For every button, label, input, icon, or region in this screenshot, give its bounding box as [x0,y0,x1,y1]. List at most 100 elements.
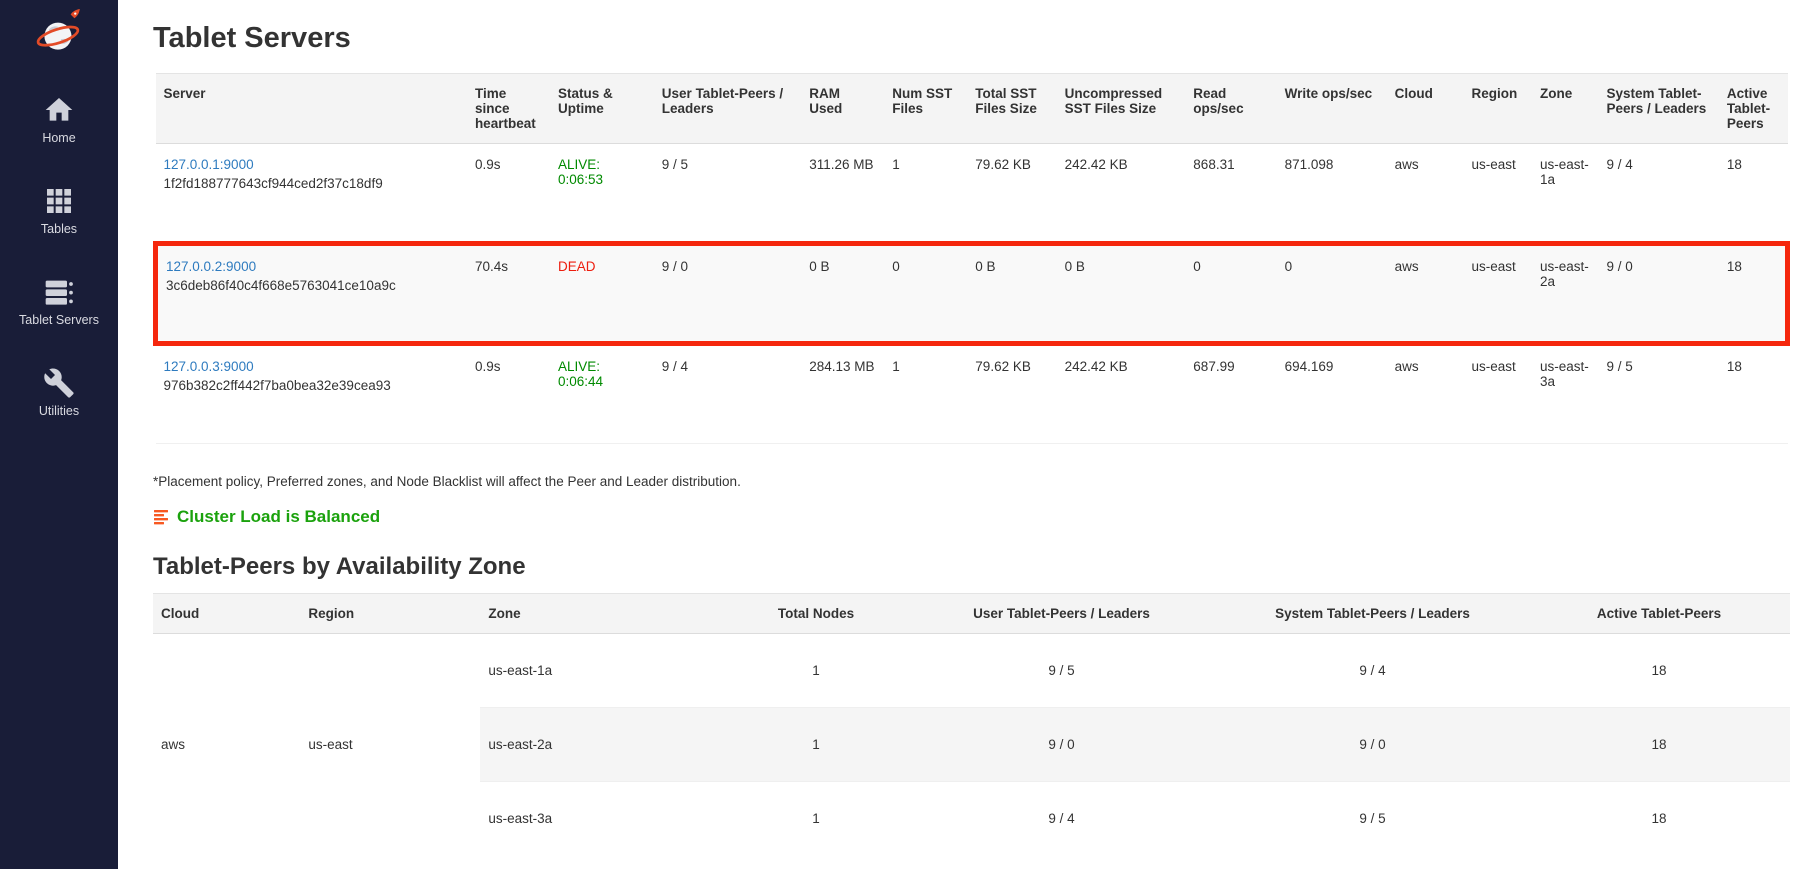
system-peers-cell: 9 / 0 [1598,244,1718,344]
col-region: Region [1463,74,1532,144]
sidebar-nav: Home Tables Tablet Servers [0,94,118,418]
read-ops-cell: 0 [1185,244,1276,344]
server-address-link[interactable]: 127.0.0.2:9000 [166,259,256,274]
status-badge: ALIVE: [558,157,646,172]
uncompressed-sst-cell: 0 B [1057,244,1186,344]
az-total-nodes-cell: 1 [726,634,906,708]
server-uuid: 3c6deb86f40c4f668e5763041ce10a9c [166,278,459,293]
sidebar-item-tablet-servers[interactable]: Tablet Servers [0,276,118,327]
az-user-peers-cell: 9 / 4 [906,782,1217,856]
zone-cell: us-east-2a [1532,244,1598,344]
az-system-peers-cell: 9 / 5 [1217,782,1528,856]
status-badge: DEAD [558,259,646,274]
user-peers-cell: 9 / 0 [654,244,801,344]
servers-header-row: Server Time since heartbeat Status & Upt… [156,74,1788,144]
tablet-peers-by-az-table: Cloud Region Zone Total Nodes User Table… [153,593,1790,856]
col-status: Status & Uptime [550,74,654,144]
col-total-nodes: Total Nodes [726,594,906,634]
main-content: Tablet Servers Server Time since heartbe… [118,0,1805,869]
col-total-sst: Total SST Files Size [967,74,1056,144]
heartbeat-cell: 0.9s [467,344,550,444]
col-cloud: Cloud [153,594,300,634]
az-active-peers-cell: 18 [1528,782,1790,856]
az-user-peers-cell: 9 / 0 [906,708,1217,782]
cluster-load-status: Cluster Load is Balanced [153,507,1790,527]
system-peers-cell: 9 / 5 [1598,344,1718,444]
az-system-peers-cell: 9 / 0 [1217,708,1528,782]
server-address-link[interactable]: 127.0.0.3:9000 [164,359,254,374]
col-zone: Zone [1532,74,1598,144]
ram-cell: 0 B [801,244,884,344]
cloud-cell: aws [1387,244,1464,344]
az-region-cell: us-east [300,634,480,856]
uptime-value: 0:06:53 [558,172,646,187]
status-badge: ALIVE: [558,359,646,374]
ram-cell: 284.13 MB [801,344,884,444]
server-row: 127.0.0.3:9000 976b382c2ff442f7ba0bea32e… [156,344,1788,444]
num-sst-cell: 1 [884,144,967,244]
zone-cell: us-east-1a [1532,144,1598,244]
ram-cell: 311.26 MB [801,144,884,244]
active-peers-cell: 18 [1719,244,1788,344]
num-sst-cell: 0 [884,244,967,344]
read-ops-cell: 687.99 [1185,344,1276,444]
col-user-peers: User Tablet-Peers / Leaders [654,74,801,144]
app-window: Home Tables Tablet Servers [0,0,1805,869]
az-row: aws us-east us-east-1a 1 9 / 5 9 / 4 18 [153,634,1790,708]
az-total-nodes-cell: 1 [726,782,906,856]
col-user-peers: User Tablet-Peers / Leaders [906,594,1217,634]
sidebar: Home Tables Tablet Servers [0,0,118,869]
az-active-peers-cell: 18 [1528,708,1790,782]
active-peers-cell: 18 [1719,144,1788,244]
az-cloud-cell: aws [153,634,300,856]
yugabyte-logo-icon[interactable] [34,8,84,58]
col-system-peers: System Tablet-Peers / Leaders [1598,74,1718,144]
az-zone-cell: us-east-2a [480,708,726,782]
col-cloud: Cloud [1387,74,1464,144]
region-cell: us-east [1463,144,1532,244]
col-ram: RAM Used [801,74,884,144]
region-cell: us-east [1463,244,1532,344]
col-active-peers: Active Tablet-Peers [1528,594,1790,634]
az-section-title: Tablet-Peers by Availability Zone [153,553,1790,581]
home-icon [43,94,75,126]
col-region: Region [300,594,480,634]
col-zone: Zone [480,594,726,634]
sidebar-item-home[interactable]: Home [0,94,118,145]
total-sst-cell: 0 B [967,244,1056,344]
tables-grid-icon [43,185,75,217]
uncompressed-sst-cell: 242.42 KB [1057,144,1186,244]
sidebar-item-label: Home [42,131,75,145]
cluster-status-text: Cluster Load is Balanced [177,507,380,527]
write-ops-cell: 0 [1277,244,1387,344]
sidebar-item-label: Tablet Servers [19,313,99,327]
cloud-cell: aws [1387,144,1464,244]
az-zone-cell: us-east-3a [480,782,726,856]
total-sst-cell: 79.62 KB [967,344,1056,444]
heartbeat-cell: 70.4s [467,244,550,344]
az-total-nodes-cell: 1 [726,708,906,782]
sidebar-item-utilities[interactable]: Utilities [0,367,118,418]
utilities-wrench-icon [43,367,75,399]
uncompressed-sst-cell: 242.42 KB [1057,344,1186,444]
cloud-cell: aws [1387,344,1464,444]
system-peers-cell: 9 / 4 [1598,144,1718,244]
col-server: Server [156,74,467,144]
zone-cell: us-east-3a [1532,344,1598,444]
col-read-ops: Read ops/sec [1185,74,1276,144]
server-row: 127.0.0.1:9000 1f2fd188777643cf944ced2f3… [156,144,1788,244]
col-active-peers: Active Tablet-Peers [1719,74,1788,144]
server-address-link[interactable]: 127.0.0.1:9000 [164,157,254,172]
server-uuid: 1f2fd188777643cf944ced2f37c18df9 [164,176,459,191]
server-row-dead-highlighted: 127.0.0.2:9000 3c6deb86f40c4f668e5763041… [156,244,1788,344]
az-header-row: Cloud Region Zone Total Nodes User Table… [153,594,1790,634]
num-sst-cell: 1 [884,344,967,444]
col-uncompressed-sst: Uncompressed SST Files Size [1057,74,1186,144]
col-write-ops: Write ops/sec [1277,74,1387,144]
az-active-peers-cell: 18 [1528,634,1790,708]
sidebar-item-tables[interactable]: Tables [0,185,118,236]
sidebar-item-label: Utilities [39,404,79,418]
tablet-servers-table: Server Time since heartbeat Status & Upt… [153,73,1790,444]
user-peers-cell: 9 / 4 [654,344,801,444]
tablet-servers-icon [43,276,75,308]
